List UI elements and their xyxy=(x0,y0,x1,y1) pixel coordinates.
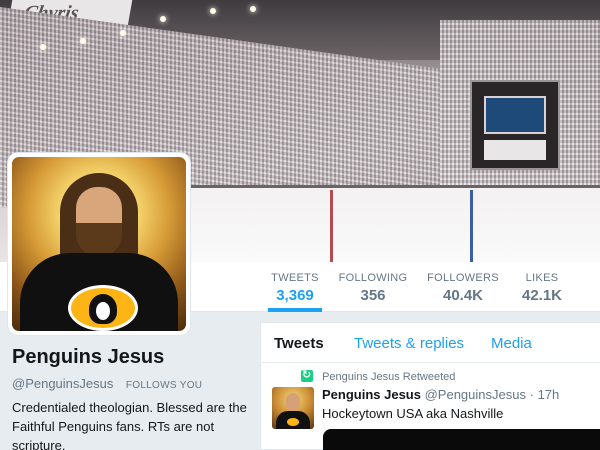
stat-label: FOLLOWING xyxy=(338,272,408,284)
timeline-card: Tweets Tweets & replies Media Penguins J… xyxy=(260,322,600,450)
stat-likes[interactable]: LIKES 42.1K xyxy=(516,262,568,312)
stat-value: 40.4K xyxy=(442,287,484,304)
stat-value: 356 xyxy=(360,287,386,304)
tweet-text: Hockeytown USA aka Nashville xyxy=(322,406,504,421)
arena-scoreboard xyxy=(470,80,560,170)
follows-you-badge: FOLLOWS YOU xyxy=(125,380,203,391)
stat-value: 42.1K xyxy=(521,287,563,304)
stat-label: TWEETS xyxy=(271,272,319,284)
tweet-header: Penguins Jesus @PenguinsJesus · 17h xyxy=(322,387,559,402)
retweet-icon xyxy=(301,368,313,382)
arena-light xyxy=(40,44,46,50)
arena-light xyxy=(250,6,256,12)
profile-bio: Credentialed theologian. Blessed are the… xyxy=(12,400,247,450)
profile-handle[interactable]: @PenguinsJesus xyxy=(12,376,113,391)
timeline-tabs: Tweets Tweets & replies Media xyxy=(261,323,600,363)
stat-followers[interactable]: FOLLOWERS 40.4K xyxy=(426,262,500,312)
arena-light xyxy=(80,38,86,44)
retweet-label[interactable]: Penguins Jesus Retweeted xyxy=(322,371,455,383)
arena-light xyxy=(120,30,126,36)
arena-light xyxy=(210,8,216,14)
stat-label: FOLLOWERS xyxy=(427,272,499,284)
tweet-separator: · xyxy=(529,387,534,402)
rink-line xyxy=(470,190,473,262)
penguins-logo-icon xyxy=(287,418,299,426)
scoreboard-panel xyxy=(484,140,546,160)
tweet-timestamp[interactable]: 17h xyxy=(538,387,560,402)
arena-light xyxy=(160,16,166,22)
tab-media[interactable]: Media xyxy=(491,335,532,352)
stat-following[interactable]: FOLLOWING 356 xyxy=(338,262,408,312)
scoreboard-screen xyxy=(484,96,546,134)
retweet-context: Penguins Jesus Retweeted xyxy=(301,368,455,383)
ice-rink xyxy=(118,185,600,262)
tweet-author-handle[interactable]: @PenguinsJesus xyxy=(425,387,526,402)
avatar-image xyxy=(12,157,186,331)
tweet-media[interactable] xyxy=(323,429,600,450)
stat-tweets[interactable]: TWEETS 3,369 xyxy=(268,262,322,312)
penguins-logo-icon xyxy=(68,285,138,331)
profile-avatar[interactable] xyxy=(8,153,190,335)
stat-label: LIKES xyxy=(525,272,559,284)
tweet-author-name[interactable]: Penguins Jesus xyxy=(322,387,421,402)
rink-line xyxy=(330,190,333,262)
tab-tweets-replies[interactable]: Tweets & replies xyxy=(354,335,464,352)
tweet-avatar-face xyxy=(286,393,300,411)
tab-tweets[interactable]: Tweets xyxy=(274,335,324,352)
tweet-author-avatar[interactable] xyxy=(272,387,314,429)
profile-handle-row: @PenguinsJesus FOLLOWS YOU xyxy=(12,375,202,393)
stat-value: 3,369 xyxy=(276,287,314,304)
profile-name[interactable]: Penguins Jesus xyxy=(12,346,164,369)
